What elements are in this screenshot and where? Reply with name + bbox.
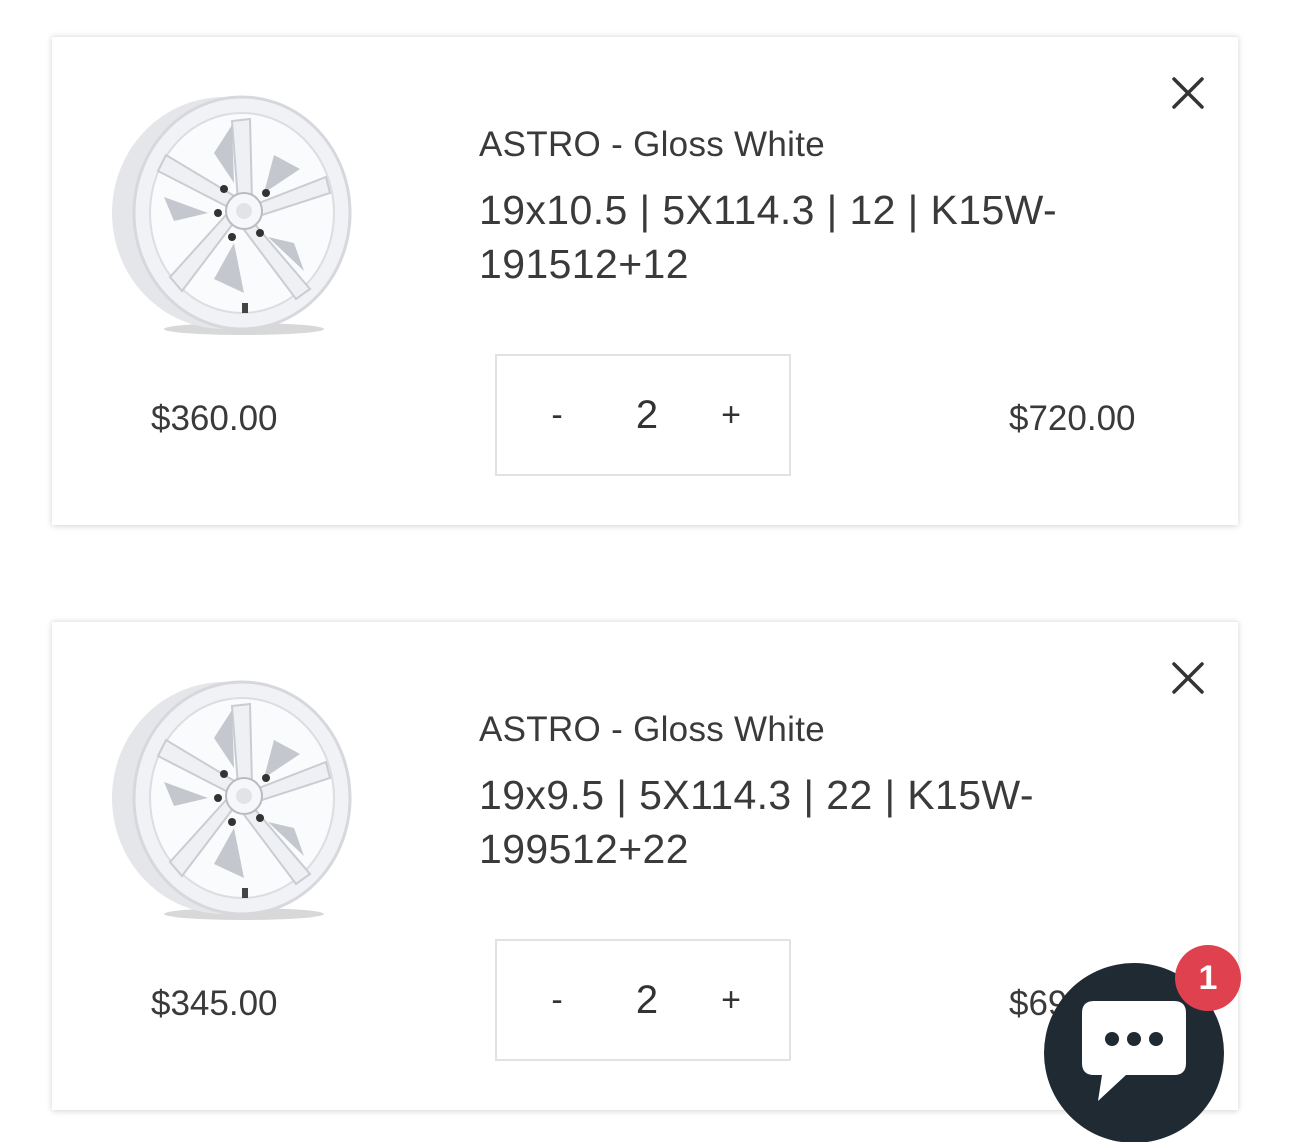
close-icon <box>1172 77 1204 109</box>
product-variant: 19x9.5 | 5X114.3 | 22 | K15W-199512+22 <box>479 772 1034 872</box>
quantity-stepper: - 2 + <box>495 354 791 476</box>
cart-page: ASTRO - Gloss White 19x10.5 | 5X114.3 | … <box>0 0 1290 1142</box>
quantity-value[interactable]: 2 <box>607 941 687 1059</box>
increase-quantity-button[interactable]: + <box>701 941 761 1059</box>
product-image[interactable] <box>104 678 360 924</box>
quantity-stepper: - 2 + <box>495 939 791 1061</box>
chat-bubble-icon <box>1082 1001 1186 1101</box>
quantity-value[interactable]: 2 <box>607 356 687 474</box>
line-total: $720.00 <box>1009 399 1136 438</box>
decrease-quantity-button[interactable]: - <box>527 356 587 474</box>
close-icon <box>1172 662 1204 694</box>
product-variant: 19x10.5 | 5X114.3 | 12 | K15W-191512+12 <box>479 187 1058 287</box>
remove-item-button[interactable] <box>1168 658 1208 698</box>
product-title[interactable]: ASTRO - Gloss White <box>479 710 825 750</box>
unread-count-badge: 1 <box>1175 945 1241 1011</box>
product-image[interactable] <box>104 93 360 339</box>
unit-price: $345.00 <box>151 984 278 1023</box>
unit-price: $360.00 <box>151 399 278 438</box>
wheel-image <box>112 95 352 335</box>
decrease-quantity-button[interactable]: - <box>527 941 587 1059</box>
product-title[interactable]: ASTRO - Gloss White <box>479 125 825 165</box>
wheel-image <box>112 680 352 920</box>
cart-item: ASTRO - Gloss White 19x10.5 | 5X114.3 | … <box>52 36 1238 525</box>
increase-quantity-button[interactable]: + <box>701 356 761 474</box>
remove-item-button[interactable] <box>1168 73 1208 113</box>
